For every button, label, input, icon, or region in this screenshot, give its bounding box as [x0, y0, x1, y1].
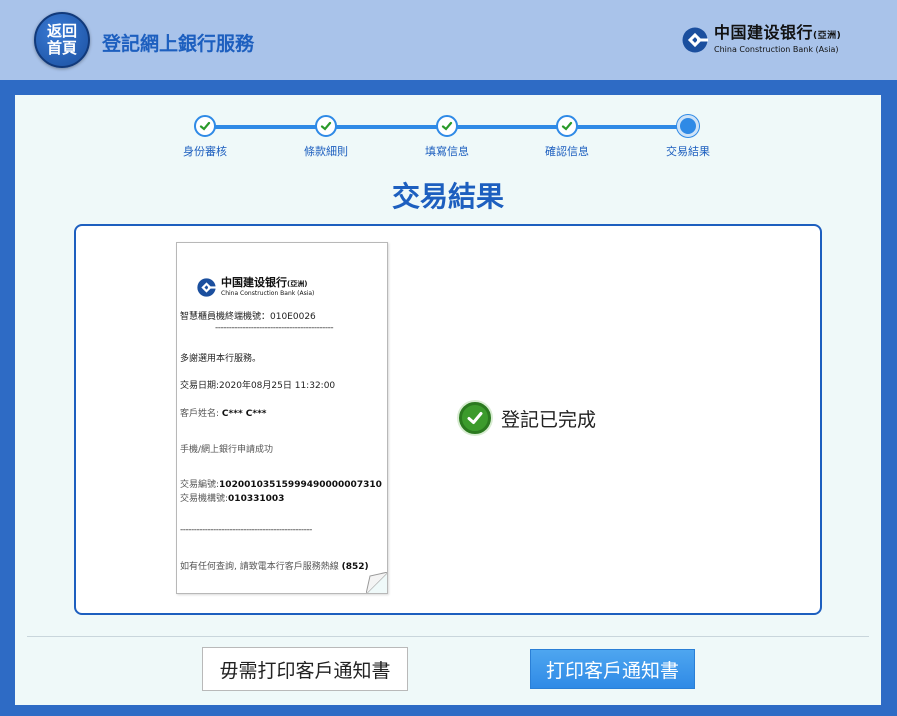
step-confirm-info: 確認信息 [517, 115, 617, 159]
receipt-separator: ----------------------------------------… [215, 323, 334, 333]
step-label: 確認信息 [545, 145, 589, 158]
bank-name-cn: 中国建设银行(亞洲) [714, 23, 842, 42]
receipt-enquiry-text: 如有任何查詢, 請致電本行客戶服務熱線 [180, 562, 339, 572]
receipt-customer-label: 客戶姓名: [180, 409, 220, 419]
top-bar: 返回 首頁 登記網上銀行服務 中国建设银行(亞洲) China Construc… [0, 0, 897, 80]
receipt-branch-value: 010331003 [228, 494, 285, 504]
home-button[interactable]: 返回 首頁 [34, 12, 90, 68]
page-fold-icon [366, 572, 387, 593]
step-completed-icon [436, 115, 458, 137]
receipt-date-label: 交易日期: [180, 381, 220, 391]
step-identity-check: 身份審核 [155, 115, 255, 159]
receipt-date-value: 2020年08月25日 [219, 381, 292, 391]
receipt-bank-name-cn: 中国建设银行(亞洲) [221, 276, 308, 289]
step-completed-icon [556, 115, 578, 137]
receipt-time-value: 11:32:00 [294, 381, 336, 391]
completion-status-text: 登記已完成 [501, 408, 597, 431]
step-completed-icon [194, 115, 216, 137]
receipt-application-result: 手機/網上銀行申請成功 [180, 445, 274, 455]
ccb-logo-icon [197, 277, 216, 297]
skip-print-button[interactable]: 毋需打印客戶通知書 [202, 647, 408, 691]
receipt-customer-value: C*** C*** [221, 409, 267, 419]
receipt-customer: 客戶姓名: C*** C*** [180, 406, 267, 419]
receipt-branch-label: 交易機構號: [180, 494, 229, 504]
receipt-terminal-no: 智慧櫃員機終端機號：010E0026 [180, 312, 316, 322]
receipt-branch: 交易機構號:010331003 [180, 491, 284, 504]
receipt-bank-name-en: China Construction Bank (Asia) [221, 290, 315, 297]
bank-logo: 中国建设银行(亞洲) China Construction Bank (Asia… [682, 24, 841, 55]
receipt-txn-no-label: 交易編號: [180, 480, 220, 490]
step-label: 交易結果 [666, 145, 710, 158]
receipt-bank-name-suffix: (亞洲) [287, 280, 308, 288]
step-label: 身份審核 [183, 145, 227, 158]
receipt-txn-no: 交易編號:10200103515999490000007310 [180, 477, 382, 490]
step-label: 條款細則 [304, 145, 348, 158]
home-button-label-line1: 返回 [46, 22, 77, 40]
receipt-separator: ----------------------------------------… [180, 525, 312, 535]
completion-status: 登記已完成 [459, 402, 596, 434]
ccb-logo-icon [682, 27, 708, 52]
step-current-icon [677, 115, 699, 137]
step-transaction-result: 交易結果 [638, 115, 738, 159]
step-fill-info: 填寫信息 [397, 115, 497, 159]
progress-stepper: 身份審核 條款細則 填寫信息 確認信息 交易結果 [15, 115, 881, 165]
main-content: 身份審核 條款細則 填寫信息 確認信息 交易結果 交易結果 中国建设银行(亞洲)… [15, 95, 881, 705]
step-terms: 條款細則 [276, 115, 376, 159]
app-title: 登記網上銀行服務 [102, 33, 255, 55]
receipt-hotline: (852) [341, 562, 369, 572]
receipt-date: 交易日期:2020年08月25日 11:32:00 [180, 378, 335, 391]
page-title: 交易結果 [391, 180, 504, 213]
step-label: 填寫信息 [425, 145, 469, 158]
receipt-enquiry: 如有任何查詢, 請致電本行客戶服務熱線 (852) [180, 559, 369, 572]
step-completed-icon [315, 115, 337, 137]
bank-name-cn-suffix: (亞洲) [813, 31, 842, 41]
receipt-thanks: 多謝選用本行服務。 [180, 354, 262, 364]
divider [27, 636, 869, 637]
home-button-label-line2: 首頁 [46, 39, 77, 57]
print-notice-button[interactable]: 打印客戶通知書 [530, 649, 695, 689]
bank-name-en: China Construction Bank (Asia) [714, 45, 839, 54]
receipt-bank-logo: 中国建设银行(亞洲) China Construction Bank (Asia… [197, 277, 314, 297]
receipt-txn-no-value: 10200103515999490000007310 [219, 480, 382, 490]
success-check-icon [459, 402, 491, 434]
receipt-preview: 中国建设银行(亞洲) China Construction Bank (Asia… [176, 242, 388, 594]
result-panel: 中国建设银行(亞洲) China Construction Bank (Asia… [74, 224, 822, 615]
